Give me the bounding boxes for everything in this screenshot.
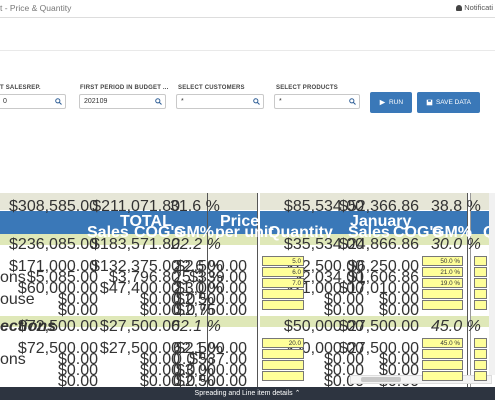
gm-percent-input-value: 19.0 % <box>440 280 460 287</box>
table-row: ons $0.00 $0.00 0.0 % $537.00 $0.00 $0.00 <box>0 349 495 368</box>
gm-percent-input-value: 21.0 % <box>440 269 460 276</box>
chevron-up-icon: ⌃ <box>294 390 301 397</box>
quantity-input[interactable]: 5.0 <box>262 256 304 266</box>
group-jan-cogs: $24,866.86 <box>338 236 419 253</box>
totals-row: $308,585.00 $211,071.80 31.6 % $85,534.0… <box>0 196 495 215</box>
footer-label: Spreading and Line item details <box>194 390 293 397</box>
title-bar: t - Price & Quantity Notificati <box>0 0 495 18</box>
save-data-button[interactable]: SAVE DATA <box>417 92 480 113</box>
salesrep-field[interactable]: 0 <box>0 94 66 109</box>
group-cogs: $27,500.00 <box>99 318 180 335</box>
run-label: RUN <box>388 99 404 106</box>
search-icon[interactable] <box>155 98 162 105</box>
run-button[interactable]: RUN <box>370 92 412 113</box>
scrollbar-thumb[interactable] <box>361 377 401 382</box>
save-data-label: SAVE DATA <box>435 99 472 106</box>
next-quantity-input[interactable] <box>474 360 487 370</box>
next-quantity-input[interactable] <box>474 267 487 277</box>
next-quantity-input[interactable] <box>474 278 487 288</box>
quantity-input-value: 5.0 <box>292 258 301 265</box>
gm-percent-input[interactable] <box>422 289 463 299</box>
table-row: $0.00 $0.00 0.0 % $3,000.00 $0.00 $0.00 <box>0 360 495 379</box>
gm-percent-input[interactable] <box>422 371 463 381</box>
page-title: t - Price & Quantity <box>0 3 72 13</box>
header-row-1: TOTAL Price January <box>0 211 495 230</box>
quantity-input[interactable] <box>262 371 304 381</box>
customers-label: SELECT CUSTOMERS <box>178 85 245 91</box>
quantity-input[interactable]: 7.0 <box>262 278 304 288</box>
salesrep-label: T SALESREP. <box>0 85 41 91</box>
customers-field[interactable]: * <box>176 94 264 109</box>
customers-value: * <box>181 98 184 105</box>
bell-icon <box>456 4 463 11</box>
quantity-input-value: 7.0 <box>292 280 301 287</box>
next-quantity-input[interactable] <box>474 300 487 310</box>
quantity-input-value: 6.0 <box>292 269 301 276</box>
quantity-input[interactable] <box>262 289 304 299</box>
next-quantity-input[interactable] <box>474 338 487 348</box>
gm-percent-input[interactable] <box>422 349 463 359</box>
gm-percent-input[interactable]: 21.0 % <box>422 267 463 277</box>
next-quantity-input[interactable] <box>474 349 487 359</box>
gm-percent-input[interactable]: 50.0 % <box>422 256 463 266</box>
first-period-value: 202109 <box>84 98 108 105</box>
gm-percent-input[interactable]: 19.0 % <box>422 278 463 288</box>
search-icon[interactable] <box>253 98 260 105</box>
table-row: $60,000.00 $47,400.00 21.0 % $3,000.00 $21,0… <box>0 278 495 297</box>
quantity-input-value: 20.0 <box>288 340 301 347</box>
salesrep-value: 0 <box>3 98 7 105</box>
details-panel-toggle[interactable]: Spreading and Line item details ⌃ <box>0 387 495 400</box>
group-cogs: $183,571.80 <box>91 236 180 253</box>
gm-percent-input-value: 45.0 % <box>440 340 460 347</box>
quantity-input[interactable]: 20.0 <box>262 338 304 348</box>
header-row-2: Sales COG's GM% per unit Quantity Sales … <box>0 222 495 241</box>
gm-percent-input[interactable] <box>422 300 463 310</box>
table-row: $171,000.00 $132,375.00 22.6 % $2,500.00 $12… <box>0 256 495 275</box>
play-icon <box>379 99 386 106</box>
table-row: $0.00 $0.00 0.0 % $2,750.00 $0.00 $0.00 <box>0 300 495 319</box>
search-icon[interactable] <box>349 98 356 105</box>
products-value: * <box>279 98 282 105</box>
next-quantity-input[interactable] <box>474 289 487 299</box>
group-sales: $236,085.00 <box>9 236 98 253</box>
group-gm: 62.1 % <box>171 318 221 335</box>
group-jan-gm: 30.0 % <box>431 236 481 253</box>
table-row: $72,500.00 $27,500.00 62.1 % $2,500.00 $50,0… <box>0 338 495 357</box>
products-field[interactable]: * <box>274 94 360 109</box>
first-period-field[interactable]: 202109 <box>79 94 166 109</box>
quantity-input[interactable] <box>262 360 304 370</box>
group-jan-gm: 45.0 % <box>431 318 481 335</box>
group-row: ections $72,500.00 $27,500.00 62.1 % $50… <box>0 316 495 335</box>
table-row: ons $5,085.00 $3,796.80 25.3 % $339.00 $2,034… <box>0 267 495 286</box>
horizontal-scrollbar[interactable] <box>350 375 492 384</box>
notifications-label: Notificati <box>464 3 493 12</box>
quantity-input[interactable] <box>262 300 304 310</box>
gm-percent-input-value: 50.0 % <box>440 258 460 265</box>
next-quantity-input[interactable] <box>474 371 487 381</box>
products-label: SELECT PRODUCTS <box>276 85 339 91</box>
group-row: $236,085.00 $183,571.80 22.2 % $35,534.0… <box>0 234 495 253</box>
gm-percent-input[interactable] <box>422 360 463 370</box>
table-row: ouse $0.00 $0.00 0.0 % $2,500.00 $0.00 $0.00 <box>0 289 495 308</box>
divider <box>0 50 495 51</box>
save-icon <box>426 99 433 106</box>
group-sales: $72,500.00 <box>17 318 98 335</box>
search-icon[interactable] <box>55 98 62 105</box>
gm-percent-input[interactable]: 45.0 % <box>422 338 463 348</box>
first-period-label: FIRST PERIOD IN BUDGET ... <box>80 85 169 91</box>
vertical-scrollbar[interactable] <box>489 193 495 375</box>
quantity-input[interactable] <box>262 349 304 359</box>
quantity-input[interactable]: 6.0 <box>262 267 304 277</box>
group-jan-cogs: $27,500.00 <box>338 318 419 335</box>
notifications-button[interactable]: Notificati <box>456 3 493 12</box>
next-quantity-input[interactable] <box>474 256 487 266</box>
group-gm: 22.2 % <box>171 236 221 253</box>
